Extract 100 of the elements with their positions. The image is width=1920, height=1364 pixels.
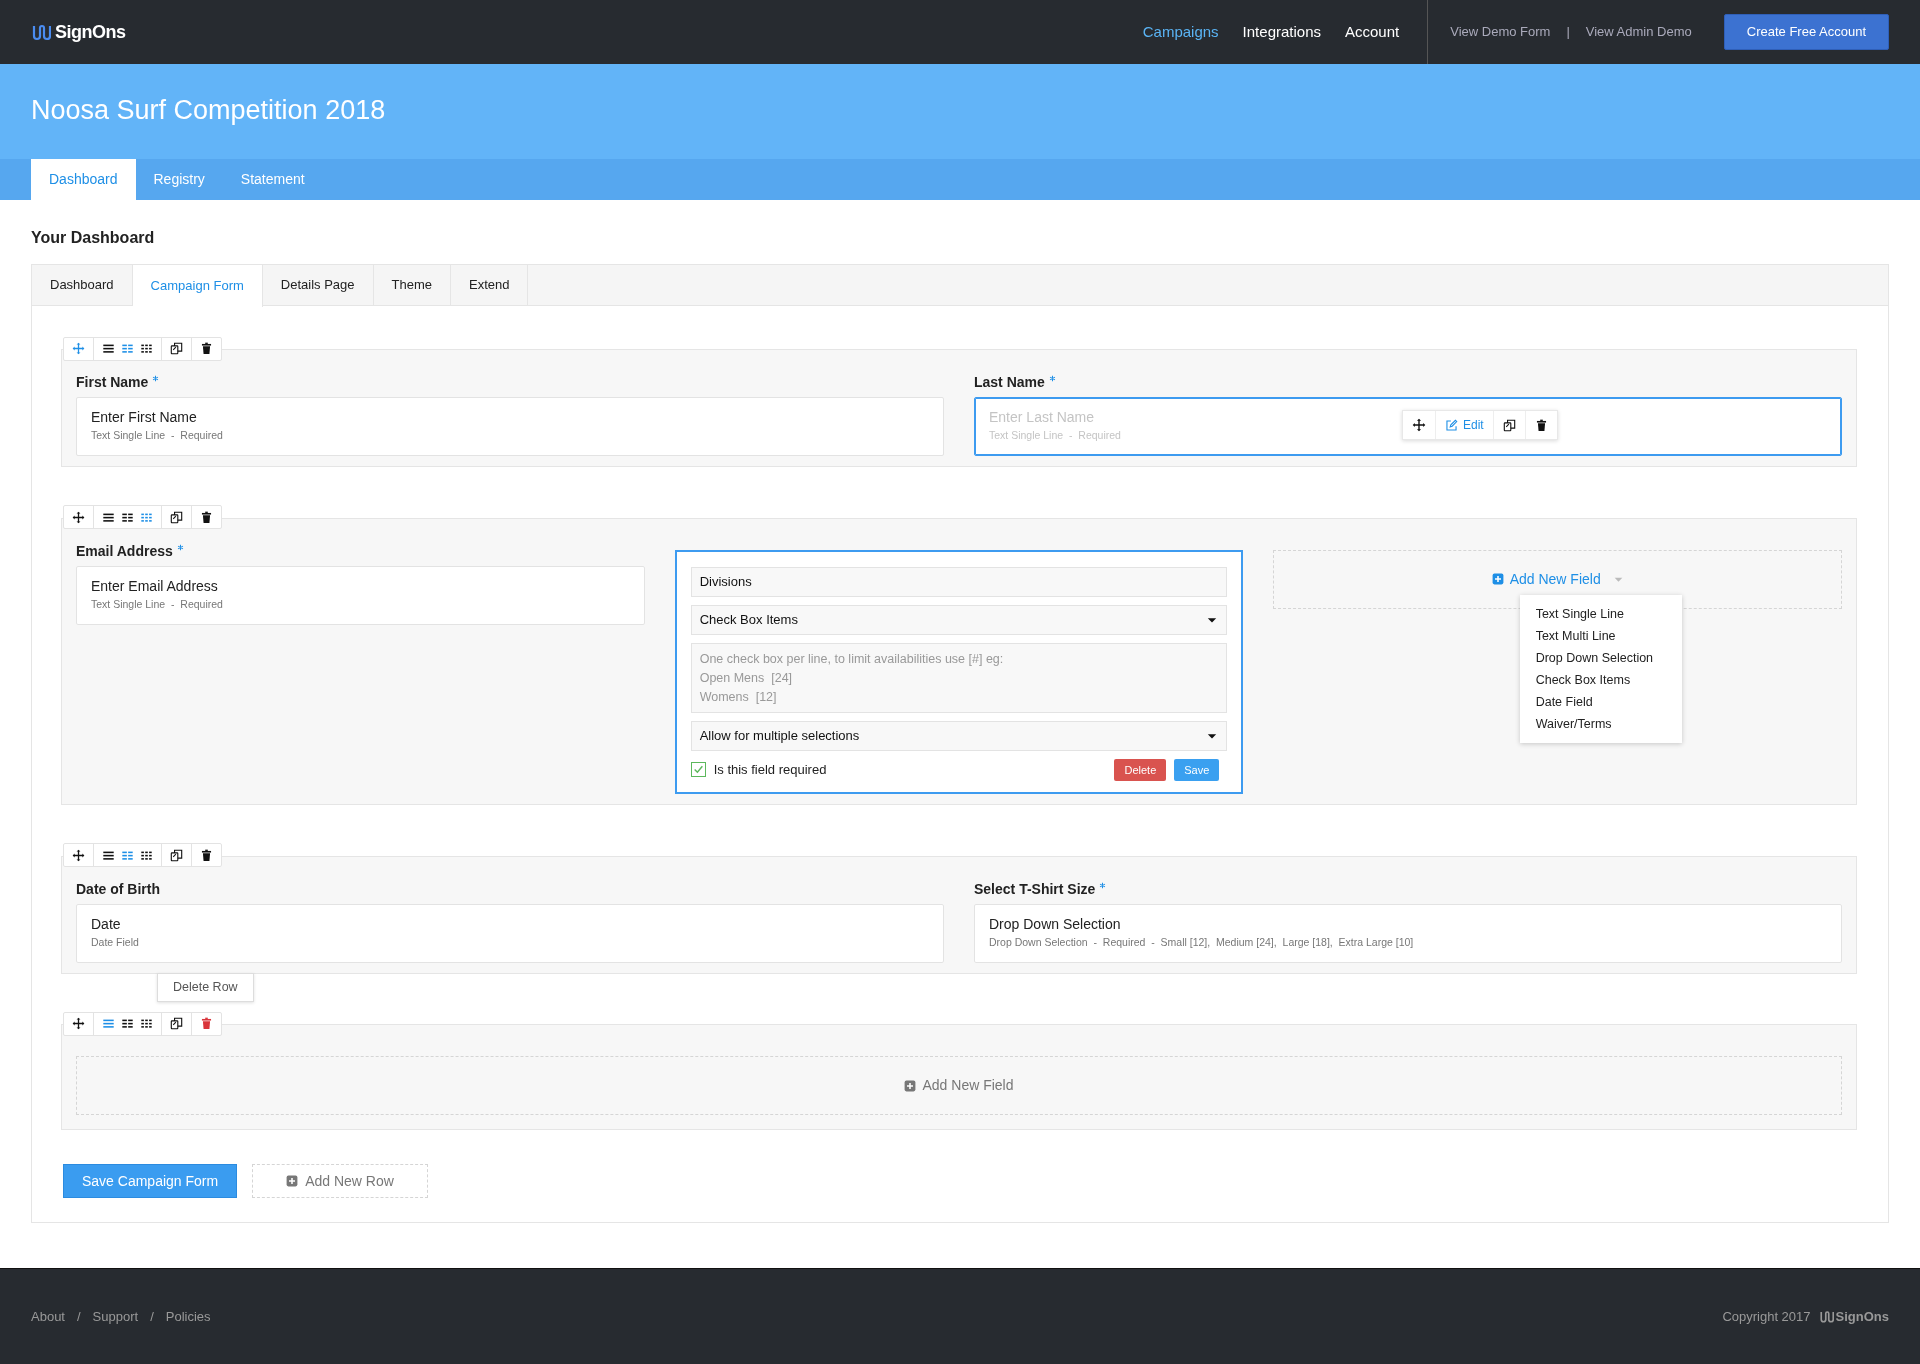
field-title: Drop Down Selection [989, 914, 1121, 934]
duplicate-icon [170, 342, 183, 356]
field-title: Enter First Name [91, 408, 197, 428]
plus-icon [904, 1079, 917, 1092]
move-icon [72, 1017, 85, 1031]
demo-link[interactable]: View Demo Form [1450, 22, 1551, 42]
tab[interactable]: Dashboard [32, 264, 133, 305]
duplicate-button[interactable] [1493, 411, 1526, 440]
duplicate-button[interactable] [170, 1017, 183, 1031]
field-meta: Text Single Line - Required [989, 428, 1121, 444]
duplicate-button[interactable] [170, 342, 183, 356]
demo-link[interactable]: View Admin Demo [1585, 22, 1692, 42]
logo-icon [1818, 1309, 1834, 1324]
move-handle[interactable] [72, 342, 85, 356]
two-columns-icon [121, 342, 134, 356]
delete-icon [200, 1017, 213, 1031]
tab[interactable]: Theme [373, 264, 451, 305]
layout-button[interactable] [140, 1017, 153, 1031]
tab[interactable]: Campaign Form [132, 264, 263, 307]
field-label: First Name [76, 373, 149, 393]
form-field[interactable]: Enter First Name Text Single Line - Required [76, 397, 944, 457]
field-label: Select T-Shirt Size [974, 879, 1096, 899]
three-columns-icon [140, 342, 153, 356]
menu-item[interactable]: Waiver/Terms [1519, 712, 1682, 735]
field-meta: Drop Down Selection - Required - Small [12], Medium [24], Large [18], Extra Large [10] [989, 934, 1414, 950]
footer-link[interactable]: About [31, 1306, 65, 1327]
logo-icon [31, 22, 51, 42]
brand-name: SignOns [1835, 1307, 1889, 1326]
campaign-title: Noosa Surf Competition 2018 [30, 94, 387, 127]
selection-mode-select[interactable]: Allow for multiple selections [690, 720, 1228, 751]
separator: / [149, 1307, 155, 1326]
rows-icon [102, 1017, 115, 1031]
field-name-input[interactable]: Divisions [690, 566, 1228, 597]
menu-item[interactable]: Date Field [1519, 690, 1682, 713]
nav-link[interactable]: Integrations [1242, 20, 1321, 44]
delete-button[interactable] [1525, 411, 1557, 440]
plus-icon [286, 1175, 299, 1188]
layout-button[interactable] [121, 1017, 134, 1031]
two-columns-icon [121, 1017, 134, 1031]
tab[interactable]: Extend [451, 264, 529, 305]
move-handle[interactable] [1403, 411, 1436, 440]
field-label: Last Name [974, 373, 1045, 393]
check-icon [692, 764, 704, 776]
nav-link[interactable]: Account [1345, 20, 1400, 44]
menu-item[interactable]: Check Box Items [1519, 668, 1682, 691]
field-meta: Date Field [91, 934, 139, 950]
footer-link[interactable]: Policies [165, 1306, 211, 1327]
field-meta: Text Single Line - Required [91, 596, 223, 612]
plus-icon [1491, 573, 1504, 586]
field-title: Enter Email Address [91, 576, 218, 596]
tooltip: Delete Row [157, 973, 254, 1003]
move-icon [72, 848, 85, 862]
move-handle[interactable] [72, 848, 85, 862]
move-icon [1412, 418, 1426, 433]
duplicate-button[interactable] [170, 510, 183, 524]
move-handle[interactable] [72, 1017, 85, 1031]
form-field[interactable]: Drop Down Selection Drop Down Selection - Required - Small [12], Medium [24], Large [18], Extra Large [10] [974, 903, 1842, 963]
duplicate-icon [170, 510, 183, 524]
menu-item[interactable]: Text Multi Line [1519, 624, 1682, 647]
layout-button[interactable] [140, 342, 153, 356]
duplicate-icon [1502, 418, 1516, 432]
menu-item[interactable]: Text Single Line [1519, 602, 1682, 625]
copyright-text: Copyright 2017 [1722, 1307, 1811, 1326]
delete-icon [200, 510, 213, 524]
checkbox-label: Is this field required [713, 761, 827, 780]
create-account-button[interactable]: Create Free Account [1723, 14, 1889, 50]
menu-item[interactable]: Drop Down Selection [1519, 646, 1682, 669]
delete-button[interactable] [200, 510, 213, 524]
move-icon [72, 510, 85, 524]
layout-button[interactable] [102, 342, 115, 356]
delete-field-button[interactable]: Delete [1114, 758, 1167, 782]
tab[interactable]: Dashboard [31, 159, 136, 201]
rows-icon [102, 342, 115, 356]
delete-icon [200, 848, 213, 862]
delete-button[interactable] [200, 342, 213, 356]
required-checkbox[interactable] [690, 762, 706, 778]
field-title: Enter Last Name [989, 408, 1095, 428]
add-field-button[interactable]: Add New Field [898, 1074, 1020, 1098]
page-heading: Your Dashboard [31, 228, 156, 248]
field-title: Date [91, 914, 121, 934]
duplicate-icon [170, 1017, 183, 1031]
three-columns-icon [140, 1017, 153, 1031]
duplicate-button[interactable] [170, 848, 183, 862]
field-label: Email Address [76, 541, 173, 561]
brand-name: SignOns [55, 20, 126, 44]
delete-icon [200, 342, 213, 356]
tab[interactable]: Details Page [262, 264, 374, 305]
delete-button[interactable] [200, 848, 213, 862]
form-field[interactable]: Date Date Field [76, 903, 944, 963]
field-type-select[interactable]: Check Box Items [690, 604, 1228, 635]
footer-link[interactable]: Support [92, 1306, 139, 1327]
options-textarea[interactable]: One check box per line, to limit availabilities use [#] eg: Open Mens [24] Womens [12] [690, 642, 1228, 713]
field-label: Date of Birth [76, 879, 160, 899]
separator: / [76, 1307, 82, 1326]
nav-link[interactable]: Campaigns [1142, 20, 1219, 44]
form-field[interactable]: Enter Email Address Text Single Line - Required [76, 565, 645, 625]
field-meta: Text Single Line - Required [91, 428, 223, 444]
move-handle[interactable] [72, 510, 85, 524]
separator: | [1566, 23, 1570, 42]
add-row-button[interactable]: Add New Row [252, 1164, 428, 1199]
